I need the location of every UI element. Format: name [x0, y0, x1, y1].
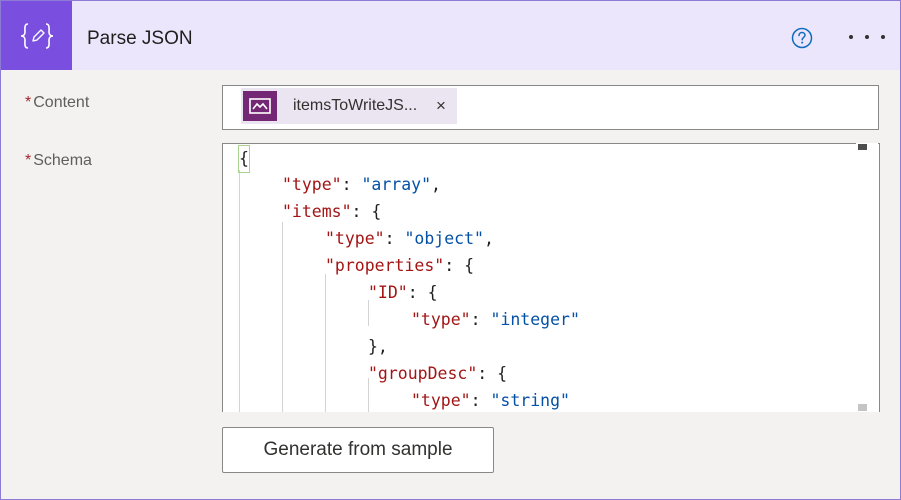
- indent-guide: [282, 222, 283, 412]
- generate-from-sample-button[interactable]: Generate from sample: [222, 427, 494, 473]
- code-line: "type": "object",: [325, 229, 494, 248]
- code-line: "items": {: [282, 202, 382, 221]
- code-line: "type": "integer": [411, 310, 580, 329]
- curly-braces-pencil-icon: [1, 1, 72, 70]
- required-marker: *: [25, 152, 32, 169]
- content-label-text: Content: [33, 94, 90, 111]
- content-input[interactable]: itemsToWriteJS... ×: [222, 85, 879, 130]
- dynamic-content-token[interactable]: itemsToWriteJS... ×: [241, 88, 457, 124]
- schema-editor[interactable]: { "type": "array", "items": { "type": "o…: [222, 143, 880, 412]
- code-area[interactable]: { "type": "array", "items": { "type": "o…: [238, 144, 861, 412]
- token-label: itemsToWriteJS...: [293, 97, 418, 114]
- parse-json-card: Parse JSON *Content itemsToWriteJS... ×: [0, 0, 901, 500]
- question-circle-icon[interactable]: [791, 27, 813, 49]
- token-remove-icon[interactable]: ×: [436, 97, 446, 115]
- action-title: Parse JSON: [87, 28, 193, 49]
- code-line: "ID": {: [368, 283, 438, 302]
- scrollbar-marker: [858, 404, 867, 411]
- code-line: "groupDesc": {: [368, 364, 508, 383]
- code-line: },: [368, 337, 388, 356]
- schema-label-text: Schema: [33, 152, 92, 169]
- content-label: * Content: [25, 94, 89, 112]
- code-line: "properties": {: [325, 256, 475, 275]
- editor-scrollbar[interactable]: [856, 143, 878, 411]
- scrollbar-thumb[interactable]: [858, 144, 867, 150]
- indent-guide: [239, 170, 240, 412]
- schema-label: * Schema: [25, 152, 92, 170]
- code-line: "type": "string": [411, 391, 570, 410]
- code-line: "type": "array",: [282, 175, 441, 194]
- code-line: {: [238, 145, 250, 173]
- power-apps-icon: [243, 91, 277, 121]
- required-marker: *: [25, 94, 32, 111]
- editor-gutter: [223, 144, 237, 412]
- card-header[interactable]: Parse JSON: [1, 1, 900, 70]
- indent-guide: [325, 274, 326, 412]
- ellipsis-icon[interactable]: [849, 27, 885, 47]
